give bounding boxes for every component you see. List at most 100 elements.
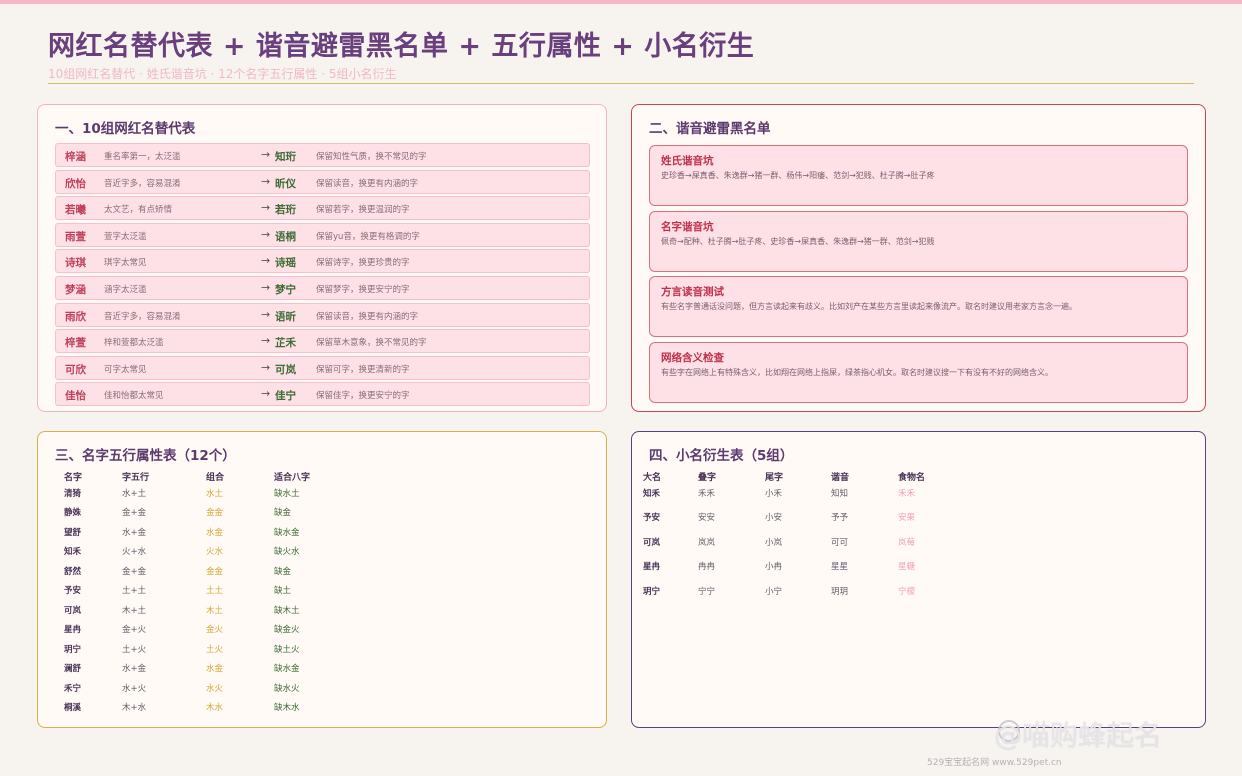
card-body: 佩奇→配种、杜子腾→肚子疼、史珍香→屎真香、朱逸群→猪一群、范剑→犯贱 xyxy=(661,237,935,246)
problem-text: 音近字多，容易混淆 xyxy=(104,311,181,322)
element-combo: 木土 xyxy=(206,605,224,616)
replacement-row: 若曦 太文艺，有点矫情 → 若珩 保留若字，换更温润的字 xyxy=(55,196,590,221)
replacement-name: 可岚 xyxy=(275,363,296,376)
element-combo: 金金 xyxy=(206,508,224,519)
element-combo: 火水 xyxy=(206,547,224,558)
arrow-icon: → xyxy=(261,307,271,321)
element-combo: 金金 xyxy=(206,566,224,577)
original-name: 梓涵 xyxy=(65,151,86,163)
problem-text: 梓和萱都太泛滥 xyxy=(104,338,164,349)
arrow-icon: → xyxy=(261,174,271,188)
nickname-source: 星冉 xyxy=(643,562,661,573)
element-combo: 土土 xyxy=(206,586,224,597)
section-nickname-derivations: 四、小名衍生表（5组） 大名 叠字 尾字 谐音 食物名 知禾 禾禾 小禾 知知 禾禾 予安… xyxy=(631,431,1206,728)
card-body: 史珍香→屎真香、朱逸群→猪一群、杨伟→阳痿、范剑→犯贱、杜子腾→肚子疼 xyxy=(661,171,935,180)
column-header: 食物名 xyxy=(898,473,926,483)
column-header: 组合 xyxy=(206,473,225,483)
card-title: 网络含义检查 xyxy=(661,352,724,364)
arrow-icon: → xyxy=(261,148,271,161)
nickname-homophone: 知知 xyxy=(831,489,849,499)
original-name: 梓萱 xyxy=(65,337,86,350)
element-combo: 土火 xyxy=(206,644,224,655)
element-bazi: 缺木土 xyxy=(274,605,300,616)
element-name: 望舒 xyxy=(64,527,82,538)
nickname-tail: 小宁 xyxy=(765,586,783,597)
page-subtitle: 10组网红名替代 · 姓氏谐音坑 · 12个名字五行属性 · 5组小名衍生 xyxy=(48,67,397,81)
original-name: 可欣 xyxy=(65,363,86,376)
column-header: 尾字 xyxy=(765,473,784,483)
problem-text: 涵字太泛滥 xyxy=(104,284,147,295)
replacement-row: 梓萱 梓和萱都太泛滥 → 芷禾 保留草木意象，换不常见的字 xyxy=(55,329,590,354)
element-wuxing: 土+土 xyxy=(122,586,147,597)
element-name: 禾宁 xyxy=(64,683,82,694)
nickname-food: 岚莓 xyxy=(898,537,916,548)
replacement-note: 保留知性气质，换不常见的字 xyxy=(316,152,427,162)
element-bazi: 缺水金 xyxy=(274,527,300,538)
nickname-homophone: 星星 xyxy=(831,562,849,573)
element-wuxing: 土+火 xyxy=(122,644,147,655)
problem-text: 太文艺，有点矫情 xyxy=(104,205,173,216)
nickname-homophone: 玥玥 xyxy=(831,586,849,597)
nickname-homophone: 予予 xyxy=(831,513,849,524)
element-wuxing: 金+金 xyxy=(122,508,147,519)
problem-text: 琪字太常见 xyxy=(104,258,147,269)
replacement-note: 保留梦字，换更安宁的字 xyxy=(316,284,410,295)
nickname-food: 宁檬 xyxy=(898,586,916,597)
problem-text: 萱字太泛滥 xyxy=(104,231,147,242)
arrow-icon: → xyxy=(261,280,271,294)
element-name: 舒然 xyxy=(64,566,82,577)
replacement-name: 诗瑶 xyxy=(275,257,296,270)
section-five-elements-table: 三、名字五行属性表（12个） 名字 字五行 组合 适合八字 清猗 水+土 水土 缺水土… xyxy=(37,431,607,728)
nickname-source: 玥宁 xyxy=(643,586,661,597)
arrow-icon: → xyxy=(261,387,271,401)
element-wuxing: 木+土 xyxy=(122,605,147,616)
column-header: 名字 xyxy=(64,473,83,483)
element-combo: 木水 xyxy=(206,702,224,713)
replacement-name: 佳宁 xyxy=(275,390,296,403)
original-name: 诗琪 xyxy=(65,257,86,270)
replacement-name: 语昕 xyxy=(275,310,296,323)
card-title: 姓氏谐音坑 xyxy=(661,155,714,167)
replacement-row: 可欣 可字太常见 → 可岚 保留可字，换更清新的字 xyxy=(55,355,590,380)
card-body: 有些名字普通话没问题，但方言读起来有歧义。比如刘产在某些方言里读起来像流产。取名… xyxy=(661,302,1077,311)
watermark: @喵购蜂起名 xyxy=(994,719,1163,752)
replacement-row: 欣怡 音近字多，容易混淆 → 昕仪 保留读音，换更有内涵的字 xyxy=(55,169,590,194)
column-header: 叠字 xyxy=(698,473,717,483)
original-name: 雨萱 xyxy=(65,230,86,243)
original-name: 佳怡 xyxy=(65,390,86,403)
original-name: 若曦 xyxy=(65,204,86,217)
nickname-source: 知禾 xyxy=(643,489,661,499)
section-title: 二、谐音避雷黑名单 xyxy=(649,121,771,137)
nickname-source: 予安 xyxy=(643,513,661,524)
element-bazi: 缺金 xyxy=(274,508,292,519)
replacement-note: 保留佳字，换更安宁的字 xyxy=(316,391,410,402)
replacement-note: 保留若字，换更温润的字 xyxy=(316,205,410,216)
element-bazi: 缺土火 xyxy=(274,644,300,655)
warning-card: 名字谐音坑 佩奇→配种、杜子腾→肚子疼、史珍香→屎真香、朱逸群→猪一群、范剑→犯… xyxy=(649,211,1188,272)
replacement-note: 保留草木意象，换不常见的字 xyxy=(316,338,427,349)
element-bazi: 缺金 xyxy=(274,566,292,577)
nickname-repeat: 安安 xyxy=(698,513,716,524)
element-bazi: 缺土 xyxy=(274,586,292,597)
replacement-note: 保留可字，换更清新的字 xyxy=(316,364,410,375)
nickname-repeat: 禾禾 xyxy=(698,489,716,499)
element-bazi: 缺木水 xyxy=(274,702,300,713)
element-wuxing: 水+火 xyxy=(122,683,147,694)
warning-card: 网络含义检查 有些字在网络上有特殊含义，比如翔在网络上指屎，绿茶指心机女。取名时… xyxy=(649,342,1188,403)
element-combo: 金火 xyxy=(206,625,224,636)
element-name: 予安 xyxy=(64,586,82,597)
header-divider xyxy=(48,83,1194,84)
replacement-name: 若珩 xyxy=(275,204,296,217)
arrow-icon: → xyxy=(261,227,271,241)
element-name: 星冉 xyxy=(64,625,82,636)
column-header: 大名 xyxy=(643,473,662,483)
arrow-icon: → xyxy=(261,334,271,348)
element-name: 桐溪 xyxy=(64,702,82,713)
page-title: 网红名替代表 + 谐音避雷黑名单 + 五行属性 + 小名衍生 xyxy=(48,31,755,62)
nickname-source: 可岚 xyxy=(643,537,661,548)
card-title: 名字谐音坑 xyxy=(661,221,714,233)
nickname-food: 禾禾 xyxy=(898,489,916,499)
replacement-list: 梓涵 重名率第一，太泛滥 → 知珩 保留知性气质，换不常见的字 欣怡 音近字多，容易混淆 → 昕… xyxy=(55,143,590,409)
nickname-tail: 小冉 xyxy=(765,562,783,573)
element-bazi: 缺火水 xyxy=(274,547,300,558)
